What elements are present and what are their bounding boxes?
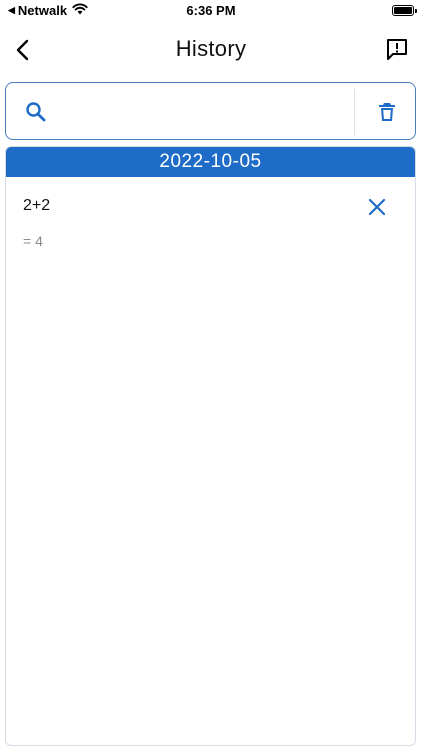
history-result: = 4 [23,233,43,249]
search-divider [354,89,355,135]
status-time: 6:36 PM [186,3,236,18]
history-list: 2022-10-05 2+2 = 4 [5,146,416,746]
search-bar [5,82,416,140]
history-item[interactable]: 2+2 = 4 [6,177,415,257]
page-title: History [175,36,247,61]
nav-bar: History [0,26,422,74]
search-icon[interactable] [24,100,48,124]
feedback-button[interactable] [384,36,410,62]
date-header: 2022-10-05 [6,147,415,177]
close-icon [368,198,386,216]
trash-icon [379,103,395,121]
feedback-icon [387,39,407,60]
battery-icon [392,5,417,16]
remove-item-button[interactable] [367,197,387,217]
history-expression: 2+2 [23,197,51,214]
search-input[interactable] [56,91,356,133]
delete-all-button[interactable] [375,100,399,124]
status-bar: ◀ Netwalk 6:36 PM [0,0,422,24]
history-screen: ◀ Netwalk 6:36 PM History 2022-10-05 2+2… [0,0,422,750]
